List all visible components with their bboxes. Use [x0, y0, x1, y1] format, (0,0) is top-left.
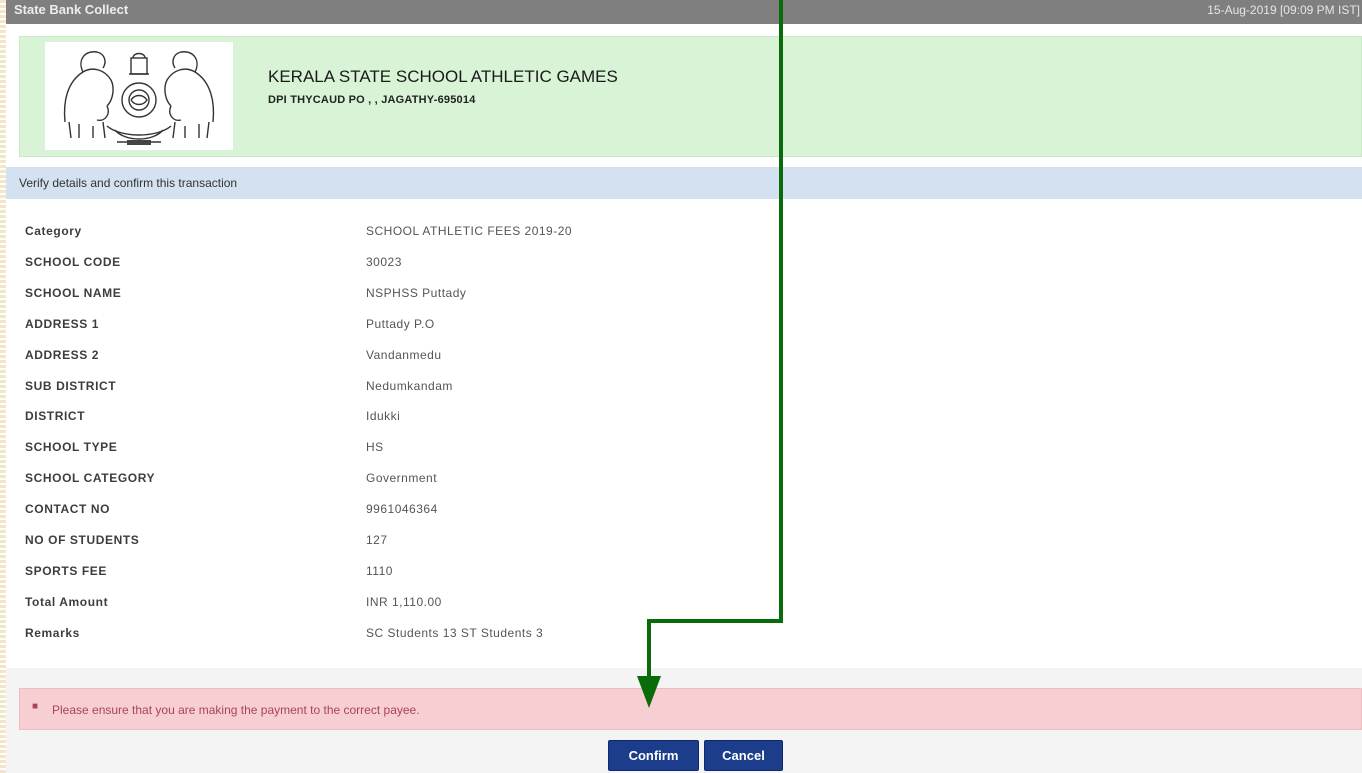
detail-label: SCHOOL NAME	[25, 285, 122, 300]
app-title: State Bank Collect	[14, 2, 129, 17]
detail-row: SUB DISTRICT Nedumkandam	[0, 371, 1362, 402]
detail-label: ADDRESS 2	[25, 347, 100, 362]
detail-label: CONTACT NO	[25, 502, 111, 517]
detail-value: 9961046364	[366, 502, 438, 517]
confirm-button[interactable]: Confirm	[608, 740, 699, 771]
kerala-emblem-icon	[45, 42, 233, 150]
detail-value: Government	[366, 471, 438, 486]
detail-row: SCHOOL TYPE HS	[0, 432, 1362, 463]
merchant-header: KERALA STATE SCHOOL ATHLETIC GAMES DPI T…	[19, 36, 1362, 157]
detail-row: NO OF STUDENTS 127	[0, 525, 1362, 556]
detail-row: SCHOOL NAME NSPHSS Puttady	[0, 278, 1362, 309]
detail-value: NSPHSS Puttady	[366, 285, 467, 300]
detail-row: CONTACT NO 9961046364	[0, 494, 1362, 525]
detail-row: Total Amount INR 1,110.00	[0, 587, 1362, 618]
payee-warning-text: Please ensure that you are making the pa…	[52, 703, 420, 717]
payee-warning-alert: ■ Please ensure that you are making the …	[19, 688, 1362, 730]
detail-row: SCHOOL CODE 30023	[0, 247, 1362, 278]
detail-label: Remarks	[25, 625, 80, 640]
detail-value: 30023	[366, 254, 402, 269]
detail-label: SUB DISTRICT	[25, 378, 117, 393]
verify-instruction-text: Verify details and confirm this transact…	[19, 176, 238, 190]
detail-label: SCHOOL CODE	[25, 254, 121, 269]
detail-value: Vandanmedu	[366, 347, 442, 362]
top-bar: State Bank Collect 15-Aug-2019 [09:09 PM…	[6, 0, 1362, 24]
verify-instruction-bar: Verify details and confirm this transact…	[6, 167, 1362, 199]
organization-address: DPI THYCAUD PO , , JAGATHY-695014	[268, 94, 476, 106]
cancel-button[interactable]: Cancel	[704, 740, 783, 771]
organization-name: KERALA STATE SCHOOL ATHLETIC GAMES	[268, 67, 618, 86]
detail-row: SCHOOL CATEGORY Government	[0, 463, 1362, 494]
detail-value: SC Students 13 ST Students 3	[366, 625, 544, 640]
detail-value: 1110	[366, 563, 393, 578]
detail-label: SCHOOL CATEGORY	[25, 471, 156, 486]
bullet-icon: ■	[32, 701, 39, 712]
timestamp: 15-Aug-2019 [09:09 PM IST]	[1207, 3, 1360, 17]
detail-value: Idukki	[366, 409, 401, 424]
detail-row: ADDRESS 1 Puttady P.O	[0, 309, 1362, 340]
detail-value: SCHOOL ATHLETIC FEES 2019-20	[366, 224, 573, 238]
detail-label: SPORTS FEE	[25, 563, 108, 578]
detail-label: Category	[25, 224, 82, 238]
detail-row: DISTRICT Idukki	[0, 401, 1362, 432]
detail-label: ADDRESS 1	[25, 316, 100, 331]
detail-row: Remarks SC Students 13 ST Students 3	[0, 618, 1362, 649]
detail-row: Category SCHOOL ATHLETIC FEES 2019-20	[0, 216, 1362, 247]
detail-row: SPORTS FEE 1110	[0, 556, 1362, 587]
detail-value: HS	[366, 440, 384, 455]
detail-label: Total Amount	[25, 594, 109, 609]
detail-value: Puttady P.O	[366, 316, 435, 331]
detail-label: DISTRICT	[25, 409, 86, 424]
detail-value: INR 1,110.00	[366, 594, 442, 609]
detail-row: ADDRESS 2 Vandanmedu	[0, 340, 1362, 371]
detail-label: NO OF STUDENTS	[25, 533, 140, 547]
detail-value: 127	[366, 533, 388, 547]
detail-label: SCHOOL TYPE	[25, 440, 118, 455]
detail-value: Nedumkandam	[366, 378, 453, 393]
